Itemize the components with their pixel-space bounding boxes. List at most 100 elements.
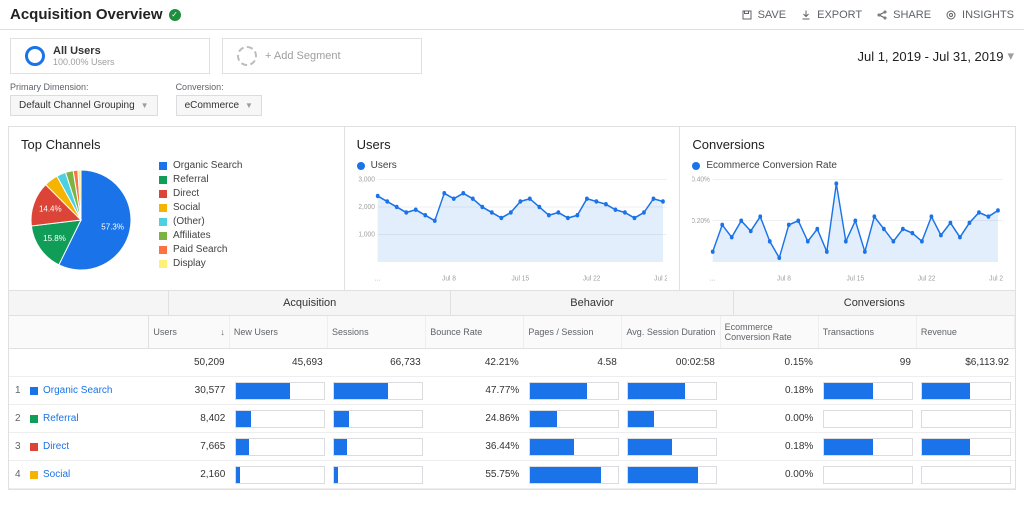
conversion-select[interactable]: eCommerce ▼ (176, 95, 262, 116)
insights-button[interactable]: INSIGHTS (945, 9, 1014, 21)
primary-dimension-select[interactable]: Default Channel Grouping ▼ (10, 95, 158, 116)
data-point[interactable] (651, 197, 655, 201)
data-point[interactable] (977, 210, 981, 214)
data-point[interactable] (566, 216, 570, 220)
svg-text:3,000: 3,000 (358, 175, 374, 184)
data-point[interactable] (623, 210, 627, 214)
data-point[interactable] (632, 216, 636, 220)
col-header-duration[interactable]: Avg. Session Duration (622, 316, 720, 348)
data-point[interactable] (835, 181, 839, 185)
data-point[interactable] (594, 199, 598, 203)
col-header-ecr[interactable]: Ecommerce Conversion Rate (721, 316, 819, 348)
data-point[interactable] (892, 239, 896, 243)
data-point[interactable] (721, 223, 725, 227)
legend-item[interactable]: Affiliates (159, 230, 242, 241)
legend-item[interactable]: Direct (159, 188, 242, 199)
data-point[interactable] (509, 210, 513, 214)
data-point[interactable] (442, 191, 446, 195)
data-point[interactable] (575, 213, 579, 217)
data-point[interactable] (949, 221, 953, 225)
data-point[interactable] (537, 205, 541, 209)
data-point[interactable] (873, 214, 877, 218)
legend-swatch-icon (159, 176, 167, 184)
channel-link[interactable]: Social (43, 469, 70, 480)
data-point[interactable] (395, 205, 399, 209)
data-point[interactable] (433, 219, 437, 223)
col-header-users[interactable]: Users↓ (149, 316, 229, 348)
legend-item[interactable]: (Other) (159, 216, 242, 227)
col-header-sessions[interactable]: Sessions (328, 316, 426, 348)
data-point[interactable] (547, 213, 551, 217)
data-point[interactable] (499, 216, 503, 220)
legend-item[interactable]: Display (159, 258, 242, 269)
channel-link[interactable]: Organic Search (43, 385, 112, 396)
col-header-new-users[interactable]: New Users (230, 316, 328, 348)
data-point[interactable] (939, 233, 943, 237)
data-point[interactable] (816, 227, 820, 231)
data-point[interactable] (490, 210, 494, 214)
data-point[interactable] (404, 210, 408, 214)
data-point[interactable] (863, 249, 867, 253)
data-point[interactable] (423, 213, 427, 217)
data-point[interactable] (556, 210, 560, 214)
data-point[interactable] (806, 239, 810, 243)
data-point[interactable] (920, 239, 924, 243)
data-point[interactable] (661, 199, 665, 203)
data-point[interactable] (882, 227, 886, 231)
col-header-pps[interactable]: Pages / Session (524, 316, 622, 348)
col-header-revenue[interactable]: Revenue (917, 316, 1015, 348)
share-button[interactable]: SHARE (876, 9, 931, 21)
segment-all-users[interactable]: All Users 100.00% Users (10, 38, 210, 74)
data-point[interactable] (778, 256, 782, 260)
data-point[interactable] (787, 223, 791, 227)
data-point[interactable] (452, 197, 456, 201)
svg-text:Jul 8: Jul 8 (777, 274, 791, 283)
cell-bounce: 36.44% (427, 433, 525, 460)
data-point[interactable] (585, 197, 589, 201)
data-point[interactable] (528, 197, 532, 201)
data-point[interactable] (711, 249, 715, 253)
data-point[interactable] (740, 219, 744, 223)
legend-item[interactable]: Paid Search (159, 244, 242, 255)
channel-link[interactable]: Referral (43, 413, 79, 424)
legend-dot-icon (357, 162, 365, 170)
legend-item[interactable]: Organic Search (159, 160, 242, 171)
data-point[interactable] (968, 221, 972, 225)
data-point[interactable] (414, 208, 418, 212)
channel-link[interactable]: Direct (43, 441, 69, 452)
date-range-picker[interactable]: Jul 1, 2019 - Jul 31, 2019 ▾ (857, 48, 1014, 64)
data-point[interactable] (825, 249, 829, 253)
data-point[interactable] (797, 219, 801, 223)
data-point[interactable] (518, 199, 522, 203)
legend-item[interactable]: Referral (159, 174, 242, 185)
data-point[interactable] (480, 205, 484, 209)
col-header-transactions[interactable]: Transactions (819, 316, 917, 348)
export-button[interactable]: EXPORT (800, 9, 862, 21)
data-point[interactable] (958, 235, 962, 239)
data-point[interactable] (471, 197, 475, 201)
data-point[interactable] (730, 235, 734, 239)
data-point[interactable] (749, 229, 753, 233)
data-point[interactable] (604, 202, 608, 206)
data-point[interactable] (613, 208, 617, 212)
data-point[interactable] (759, 214, 763, 218)
col-header-bounce[interactable]: Bounce Rate (426, 316, 524, 348)
data-point[interactable] (642, 210, 646, 214)
cell-users: 30,577 (151, 377, 232, 404)
data-point[interactable] (844, 239, 848, 243)
data-point[interactable] (854, 219, 858, 223)
data-point[interactable] (385, 199, 389, 203)
row-rank: 3 (15, 441, 25, 452)
data-point[interactable] (930, 214, 934, 218)
save-button[interactable]: SAVE (741, 9, 787, 21)
data-point[interactable] (901, 227, 905, 231)
data-point[interactable] (987, 214, 991, 218)
data-point[interactable] (768, 239, 772, 243)
data-point[interactable] (461, 191, 465, 195)
data-point[interactable] (996, 208, 1000, 212)
cell-ecr: 0.18% (721, 433, 819, 460)
add-segment-button[interactable]: + Add Segment (222, 38, 422, 74)
data-point[interactable] (376, 194, 380, 198)
data-point[interactable] (911, 231, 915, 235)
legend-item[interactable]: Social (159, 202, 242, 213)
